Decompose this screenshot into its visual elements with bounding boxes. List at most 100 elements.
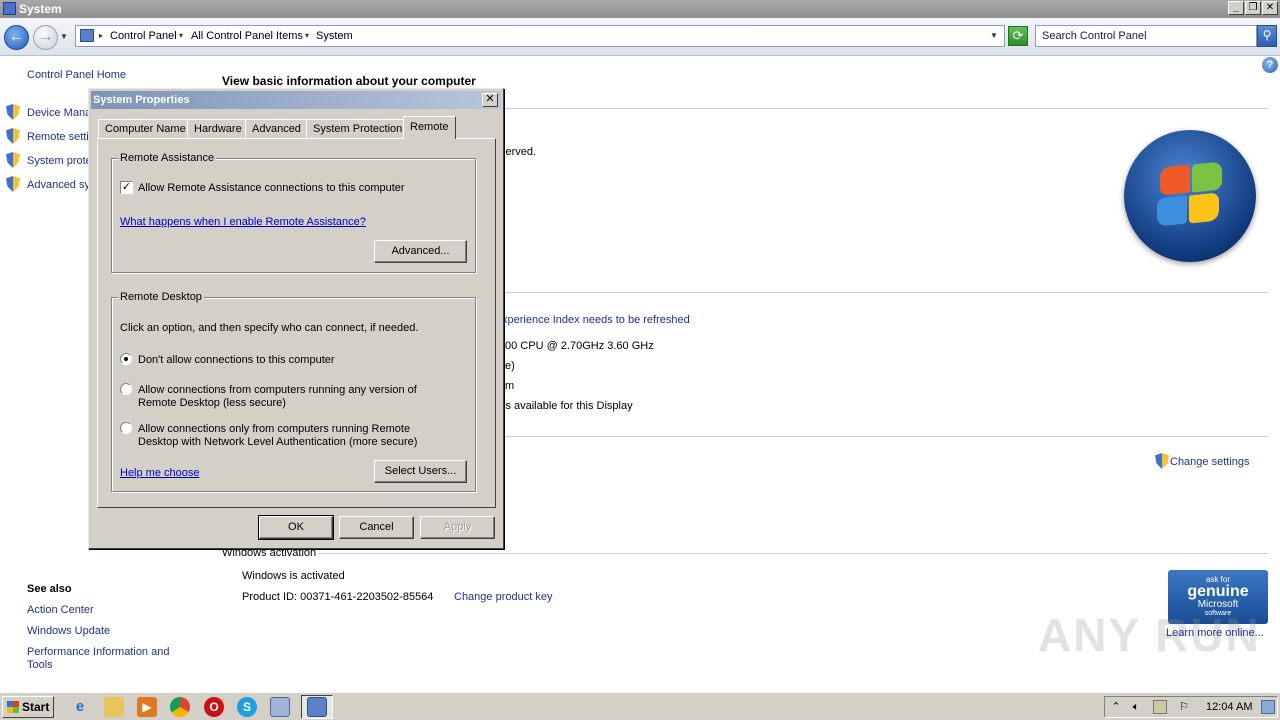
remote-desktop-label: Remote Desktop	[118, 291, 204, 303]
control-panel-home-link[interactable]: Control Panel Home	[27, 69, 126, 81]
forward-button[interactable]: →	[33, 25, 58, 50]
chevron-down-icon[interactable]: ▾	[179, 31, 183, 40]
ok-button[interactable]: OK	[258, 515, 334, 540]
allow-any-version-label-line2[interactable]: Remote Desktop (less secure)	[138, 397, 286, 410]
performance-info-link-line2[interactable]: Tools	[27, 659, 53, 671]
tab-system-protection[interactable]: System Protection	[306, 119, 410, 138]
window-title: System	[19, 2, 62, 16]
performance-info-link[interactable]: Performance Information and	[27, 646, 169, 658]
minimize-button[interactable]: _	[1228, 1, 1244, 15]
genuine-line2: genuine	[1187, 583, 1249, 600]
media-player-icon[interactable]: ▶	[137, 697, 157, 717]
system-tray: ⌃ 🔈︎ ⚐ 12:04 AM	[1104, 696, 1278, 718]
allow-nla-only-radio[interactable]	[120, 422, 132, 434]
section-divider	[318, 553, 1268, 554]
advanced-button[interactable]: Advanced...	[374, 240, 467, 263]
allow-remote-assistance-label[interactable]: Allow Remote Assistance connections to t…	[138, 182, 405, 195]
change-product-key-link[interactable]: Change product key	[454, 591, 552, 603]
tab-remote[interactable]: Remote	[403, 116, 456, 139]
system-type-fragment: m	[505, 380, 515, 392]
start-button[interactable]: Start	[2, 696, 54, 718]
see-also-heading: See also	[27, 583, 72, 595]
taskbar: Start e ▶ O S ⌃ 🔈︎ ⚐ 12:04 AM	[0, 692, 1280, 720]
help-me-choose-link[interactable]: Help me choose	[120, 467, 200, 479]
chevron-down-icon[interactable]: ▾	[305, 31, 309, 40]
cancel-button[interactable]: Cancel	[339, 516, 414, 539]
internet-explorer-icon[interactable]: e	[70, 697, 90, 717]
allow-nla-only-label-line2[interactable]: Desktop with Network Level Authenticatio…	[138, 436, 417, 449]
control-panel-icon	[307, 697, 327, 717]
tab-advanced[interactable]: Advanced	[245, 119, 308, 138]
uac-shield-icon	[6, 152, 20, 168]
tab-hardware[interactable]: Hardware	[187, 119, 249, 138]
search-icon[interactable]: ⚲	[1257, 25, 1277, 47]
learn-more-link[interactable]: Learn more online...	[1166, 627, 1264, 639]
allow-any-version-radio[interactable]	[120, 383, 132, 395]
change-settings-link[interactable]: Change settings	[1155, 453, 1250, 469]
copyright-fragment: served.	[500, 146, 537, 158]
remote-assistance-help-link[interactable]: What happens when I enable Remote Assist…	[120, 216, 366, 228]
allow-remote-assistance-checkbox[interactable]: ✓	[120, 181, 133, 194]
dont-allow-connections-radio[interactable]	[120, 353, 132, 365]
maximize-button[interactable]: ❐	[1245, 1, 1261, 15]
remote-desktop-icon[interactable]	[270, 697, 290, 717]
refresh-button[interactable]: ⟳	[1008, 26, 1028, 46]
select-users-button[interactable]: Select Users...	[374, 460, 467, 483]
experience-index-link[interactable]: xperience Index needs to be refreshed	[502, 314, 690, 326]
skype-icon[interactable]: S	[237, 697, 257, 717]
remote-desktop-group: Remote Desktop Click an option, and then…	[111, 291, 476, 492]
breadcrumb-all-items[interactable]: All Control Panel Items	[191, 30, 303, 42]
clock[interactable]: 12:04 AM	[1206, 701, 1252, 713]
section-divider	[500, 436, 1269, 437]
breadcrumb-system[interactable]: System	[316, 30, 353, 42]
back-button[interactable]: ←	[4, 25, 29, 50]
address-dropdown-icon[interactable]: ▼	[990, 31, 998, 40]
sidebar-item-label: Device Mana	[27, 107, 92, 119]
address-bar[interactable]: ▸ Control Panel ▾ All Control Panel Item…	[75, 25, 1005, 47]
remote-desktop-instruction: Click an option, and then specify who ca…	[120, 322, 419, 334]
sidebar-item-label: System prote	[27, 155, 92, 167]
system-window-icon	[3, 2, 16, 15]
show-hidden-icons-icon[interactable]: ⌃	[1109, 700, 1123, 714]
action-center-flag-icon[interactable]: ⚐	[1177, 700, 1191, 714]
close-button[interactable]: ✕	[1262, 1, 1278, 15]
allow-nla-only-label[interactable]: Allow connections only from computers ru…	[138, 423, 410, 436]
tab-computer-name[interactable]: Computer Name	[98, 119, 193, 138]
volume-icon[interactable]: 🔈︎	[1129, 700, 1143, 714]
sidebar-item-label: Remote setti	[27, 131, 89, 143]
chrome-icon[interactable]	[170, 697, 190, 717]
opera-icon[interactable]: O	[204, 697, 224, 717]
action-center-link[interactable]: Action Center	[27, 604, 94, 616]
dialog-close-button[interactable]: ✕	[482, 93, 498, 107]
search-input[interactable]: Search Control Panel	[1035, 25, 1257, 47]
windows-update-link[interactable]: Windows Update	[27, 625, 110, 637]
uac-shield-icon	[6, 104, 20, 120]
dialog-title: System Properties	[93, 94, 190, 106]
folder-icon[interactable]	[104, 697, 124, 717]
help-icon[interactable]: ?	[1262, 57, 1278, 73]
network-icon[interactable]	[1153, 700, 1167, 714]
apply-button[interactable]: Apply	[420, 516, 495, 539]
uac-shield-icon	[6, 176, 20, 192]
windows-flag-icon	[7, 701, 19, 713]
system-properties-dialog: System Properties ✕ Computer Name Hardwa…	[88, 88, 504, 549]
allow-any-version-label[interactable]: Allow connections from computers running…	[138, 384, 417, 397]
windows-logo	[1124, 130, 1256, 262]
start-label: Start	[22, 700, 50, 714]
chevron-right-icon[interactable]: ▸	[99, 31, 103, 40]
dont-allow-connections-label[interactable]: Don't allow connections to this computer	[138, 354, 335, 367]
page-title: View basic information about your comput…	[222, 74, 476, 88]
recent-pages-dropdown-icon[interactable]: ▼	[60, 32, 68, 41]
uac-shield-icon	[6, 128, 20, 144]
show-desktop-icon[interactable]	[1261, 700, 1275, 714]
sidebar-item-device-manager[interactable]: Device Mana	[6, 104, 91, 120]
section-divider	[500, 108, 1269, 109]
sidebar-item-advanced-settings[interactable]: Advanced sy	[6, 176, 90, 192]
memory-value-fragment: e)	[505, 360, 515, 372]
sidebar-item-system-protection[interactable]: System prote	[6, 152, 92, 168]
breadcrumb-control-panel[interactable]: Control Panel	[110, 30, 177, 42]
sidebar-item-remote-settings[interactable]: Remote setti	[6, 128, 89, 144]
remote-assistance-group: Remote Assistance ✓ Allow Remote Assista…	[111, 152, 476, 273]
product-id: Product ID: 00371-461-2203502-85564	[242, 591, 434, 603]
system-taskbar-button[interactable]	[301, 695, 333, 719]
